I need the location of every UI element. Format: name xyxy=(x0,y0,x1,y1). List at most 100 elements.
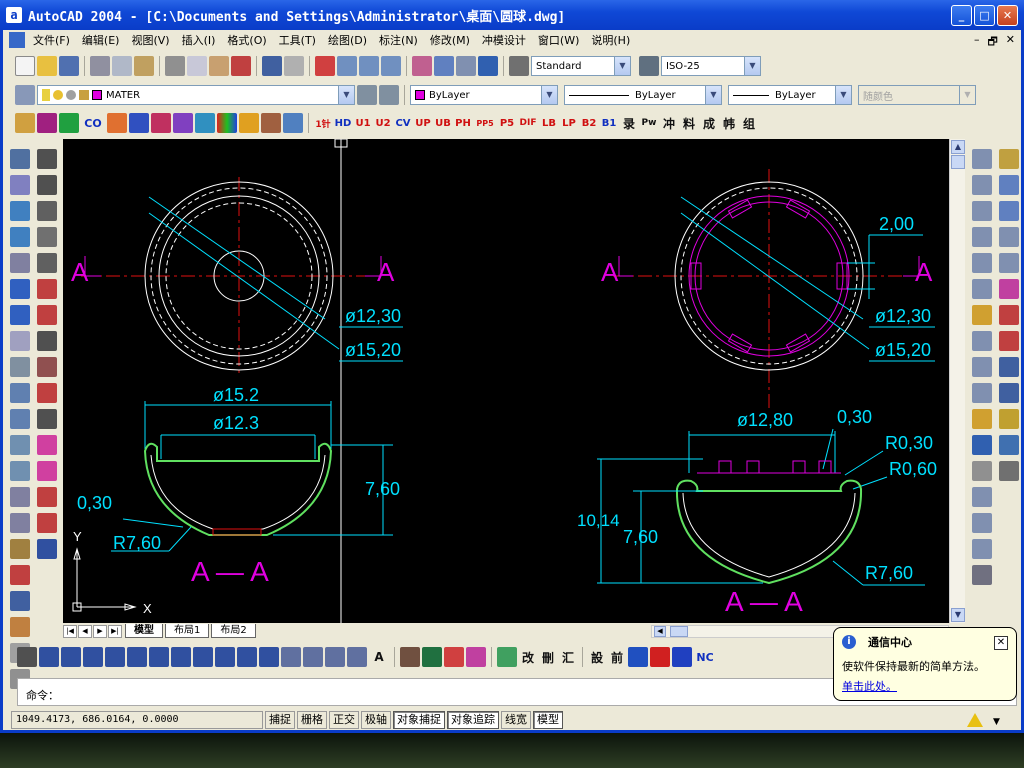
first-tab-icon[interactable]: |◀ xyxy=(63,624,77,638)
chevron-down-icon[interactable]: ▼ xyxy=(744,57,760,75)
render-icon[interactable] xyxy=(466,647,486,667)
tool-b2-icon[interactable]: B2 xyxy=(580,118,598,129)
hatch-icon[interactable] xyxy=(325,647,345,667)
doc-minimize-button[interactable]: – xyxy=(974,33,980,52)
make-block-icon[interactable] xyxy=(303,647,323,667)
erase-icon[interactable] xyxy=(10,149,30,169)
tool-palettes-icon[interactable] xyxy=(456,56,476,76)
text-style-select[interactable]: Standard ▼ xyxy=(531,56,631,76)
close-button[interactable]: ✕ xyxy=(997,4,1018,26)
document-icon[interactable] xyxy=(9,32,25,48)
mtext-icon[interactable]: A xyxy=(369,650,389,664)
stripper-icon[interactable] xyxy=(37,435,57,455)
chevron-down-icon[interactable]: ▼ xyxy=(614,57,630,75)
tool-p5-icon[interactable]: P5 xyxy=(498,118,516,129)
color-select[interactable]: ByLayer ▼ xyxy=(410,85,558,105)
tool-icon-2[interactable] xyxy=(37,113,57,133)
tab-layout1[interactable]: 布局1 xyxy=(165,624,210,638)
tool-lb-icon[interactable]: LB xyxy=(540,118,558,129)
pen-icon[interactable] xyxy=(999,305,1019,325)
eraser-icon[interactable] xyxy=(999,279,1019,299)
polygon-icon[interactable] xyxy=(105,647,125,667)
menu-edit[interactable]: 编辑(E) xyxy=(76,32,126,48)
ellipse-arc-icon[interactable] xyxy=(259,647,279,667)
array-icon[interactable] xyxy=(10,253,30,273)
summary-glyph-icon[interactable]: 汇 xyxy=(559,649,577,666)
mirror-icon[interactable] xyxy=(10,201,30,221)
bend-line-icon[interactable] xyxy=(628,647,648,667)
chevron-down-icon[interactable]: ▼ xyxy=(338,86,354,104)
tolerance-icon[interactable] xyxy=(972,409,992,429)
vertical-scrollbar[interactable]: ▲ ▼ xyxy=(949,139,965,623)
view-icon[interactable] xyxy=(37,539,57,559)
delete-glyph-icon[interactable]: 刪 xyxy=(539,649,557,666)
doc-restore-button[interactable]: 🗗 xyxy=(987,33,997,52)
offset-icon[interactable] xyxy=(10,227,30,247)
settings-glyph-icon[interactable]: 設 xyxy=(588,649,606,666)
tool-form-icon[interactable]: 成 xyxy=(700,115,718,132)
spline-icon[interactable] xyxy=(215,647,235,667)
pan-icon[interactable] xyxy=(315,56,335,76)
tool-u2-icon[interactable]: U2 xyxy=(374,118,392,129)
revision-cloud-icon[interactable] xyxy=(193,647,213,667)
tool-icon-9[interactable] xyxy=(217,113,237,133)
maximize-button[interactable]: □ xyxy=(974,4,995,26)
polar-toggle[interactable]: 极轴 xyxy=(361,711,391,729)
last-tab-icon[interactable]: ▶| xyxy=(108,624,122,638)
menu-view[interactable]: 视图(V) xyxy=(125,32,175,48)
tool-pw-icon[interactable]: Pw xyxy=(640,118,658,128)
tray-menu-icon[interactable]: ▼ xyxy=(993,717,1000,727)
tab-model[interactable]: 模型 xyxy=(125,624,163,638)
fill-icon[interactable] xyxy=(497,647,517,667)
new-icon[interactable] xyxy=(15,56,35,76)
chevron-down-icon[interactable]: ▼ xyxy=(541,86,557,104)
snap-toggle[interactable]: 捕捉 xyxy=(265,711,295,729)
tool-icon-10[interactable] xyxy=(239,113,259,133)
bend-icon[interactable] xyxy=(37,461,57,481)
construction-line-icon[interactable] xyxy=(61,647,81,667)
tool-group-icon[interactable]: 组 xyxy=(740,115,758,132)
undo-icon[interactable] xyxy=(262,56,282,76)
fillet-icon[interactable] xyxy=(10,513,30,533)
join-icon[interactable] xyxy=(10,461,30,481)
polyline-icon[interactable] xyxy=(83,647,103,667)
ordinate-dim-icon[interactable] xyxy=(972,201,992,221)
rectangle-icon[interactable] xyxy=(127,647,147,667)
make-current-layer-icon[interactable] xyxy=(357,85,377,105)
model-toggle[interactable]: 模型 xyxy=(533,711,563,729)
grid-icon[interactable] xyxy=(10,591,30,611)
text-style-icon[interactable] xyxy=(509,56,529,76)
osnap-toggle[interactable]: 对象捕捉 xyxy=(393,711,445,729)
menu-modify[interactable]: 修改(M) xyxy=(424,32,476,48)
dim-style-vertical-icon[interactable] xyxy=(972,539,992,559)
square-frame-icon[interactable] xyxy=(672,647,692,667)
open-icon[interactable] xyxy=(37,56,57,76)
region-icon[interactable] xyxy=(999,227,1019,247)
ellipse-icon[interactable] xyxy=(237,647,257,667)
spring-icon[interactable] xyxy=(37,331,57,351)
arc-icon[interactable] xyxy=(149,647,169,667)
3d-view-icon[interactable] xyxy=(422,647,442,667)
brush-icon[interactable] xyxy=(999,409,1019,429)
design-center-icon[interactable] xyxy=(434,56,454,76)
leader-icon[interactable] xyxy=(972,383,992,403)
tool-icon-3[interactable] xyxy=(59,113,79,133)
tool-b1-icon[interactable]: B1 xyxy=(600,118,618,129)
aligned-dim-icon[interactable] xyxy=(972,175,992,195)
menu-die-design[interactable]: 冲模设计 xyxy=(476,32,532,48)
layer-select[interactable]: MATER ▼ xyxy=(37,85,355,105)
balloon-close-button[interactable]: ✕ xyxy=(994,636,1008,650)
print-icon[interactable] xyxy=(90,56,110,76)
align-icon[interactable] xyxy=(444,647,464,667)
punch-tool-icon[interactable] xyxy=(37,149,57,169)
lineweight-select[interactable]: ByLayer ▼ xyxy=(728,85,852,105)
scroll-thumb[interactable] xyxy=(951,155,965,169)
punch-1-icon[interactable]: 1针 xyxy=(314,117,332,130)
layer-previous-icon[interactable] xyxy=(379,85,399,105)
radius-dim-icon[interactable] xyxy=(972,227,992,247)
table-icon[interactable] xyxy=(999,253,1019,273)
guide-pin-icon[interactable] xyxy=(37,227,57,247)
dim-text-edit-icon[interactable] xyxy=(972,487,992,507)
trim-icon[interactable] xyxy=(10,383,30,403)
angular-dim-icon[interactable] xyxy=(972,279,992,299)
